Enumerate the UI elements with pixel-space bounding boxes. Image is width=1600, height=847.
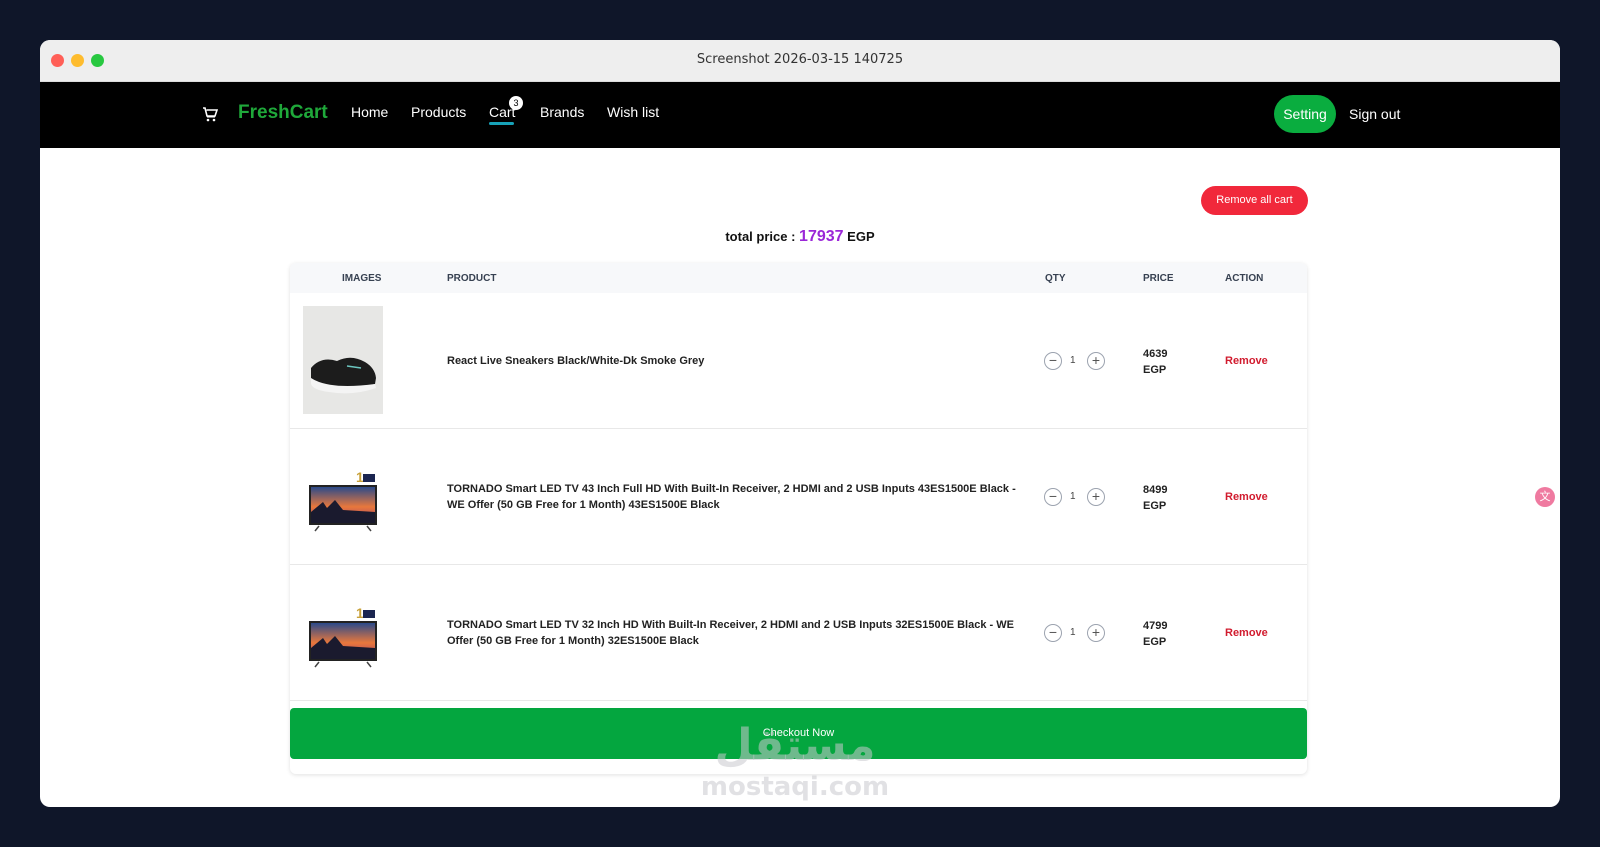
- svg-text:1: 1: [356, 605, 364, 621]
- navbar: FreshCart Home Products Cart 3 Brands Wi…: [40, 82, 1560, 148]
- brand-logo[interactable]: FreshCart: [238, 102, 328, 124]
- table-row: 1 TORNADO Smart LED TV 43 Inch Full HD W…: [290, 429, 1307, 565]
- setting-button[interactable]: Setting: [1274, 95, 1336, 133]
- item-price: 8499 EGP: [1143, 482, 1183, 514]
- window-title: Screenshot 2026-03-15 140725: [696, 52, 904, 67]
- watermark-latin: mostaqi.com: [700, 772, 890, 802]
- total-price-value: 17937: [799, 228, 844, 245]
- column-header-product: PRODUCT: [447, 273, 497, 284]
- price-currency: EGP: [1143, 500, 1167, 512]
- cart-table: IMAGES PRODUCT QTY PRICE ACTION React Li…: [290, 263, 1307, 774]
- column-header-qty: QTY: [1045, 273, 1066, 284]
- quantity-value: 1: [1070, 491, 1076, 502]
- table-header: IMAGES PRODUCT QTY PRICE ACTION: [290, 263, 1307, 293]
- sneaker-product-image: [303, 306, 383, 414]
- product-name[interactable]: TORNADO Smart LED TV 43 Inch Full HD Wit…: [447, 429, 1017, 565]
- watermark: مستقل mostaqi.com: [680, 720, 910, 802]
- remove-item-button[interactable]: Remove: [1225, 491, 1268, 503]
- price-amount: 4639: [1143, 348, 1168, 360]
- total-price-label: total price :: [725, 229, 796, 244]
- nav-home[interactable]: Home: [351, 104, 388, 120]
- column-header-price: PRICE: [1143, 273, 1174, 284]
- product-name[interactable]: TORNADO Smart LED TV 32 Inch HD With Bui…: [447, 565, 1017, 701]
- increase-qty-button[interactable]: +: [1087, 488, 1105, 506]
- cart-count-badge: 3: [509, 96, 523, 110]
- active-nav-indicator: [489, 122, 514, 125]
- quantity-value: 1: [1070, 627, 1076, 638]
- browser-window: Screenshot 2026-03-15 140725 FreshCart H…: [40, 40, 1560, 807]
- total-price: total price : 17937 EGP: [40, 228, 1560, 246]
- title-bar: Screenshot 2026-03-15 140725: [40, 40, 1560, 82]
- price-amount: 4799: [1143, 620, 1168, 632]
- tv-product-image: 1: [309, 469, 377, 532]
- quantity-value: 1: [1070, 355, 1076, 366]
- price-currency: EGP: [1143, 364, 1167, 376]
- remove-all-cart-button[interactable]: Remove all cart: [1201, 186, 1308, 215]
- product-name[interactable]: React Live Sneakers Black/White-Dk Smoke…: [447, 293, 1017, 429]
- total-price-currency: EGP: [847, 229, 875, 244]
- column-header-images: IMAGES: [342, 273, 382, 284]
- increase-qty-button[interactable]: +: [1087, 624, 1105, 642]
- nav-products[interactable]: Products: [411, 104, 466, 120]
- nav-brands[interactable]: Brands: [540, 104, 584, 120]
- tv-product-image: 1: [309, 605, 377, 668]
- translate-icon[interactable]: 文: [1535, 487, 1555, 507]
- increase-qty-button[interactable]: +: [1087, 352, 1105, 370]
- nav-wishlist[interactable]: Wish list: [607, 104, 659, 120]
- price-currency: EGP: [1143, 636, 1167, 648]
- watermark-arabic: مستقل: [714, 720, 876, 771]
- item-price: 4799 EGP: [1143, 618, 1183, 650]
- price-amount: 8499: [1143, 484, 1168, 496]
- remove-item-button[interactable]: Remove: [1225, 355, 1268, 367]
- item-price: 4639 EGP: [1143, 346, 1183, 378]
- cart-icon: [203, 107, 218, 122]
- sign-out-link[interactable]: Sign out: [1349, 106, 1400, 122]
- svg-text:1: 1: [356, 469, 364, 485]
- decrease-qty-button[interactable]: −: [1044, 488, 1062, 506]
- decrease-qty-button[interactable]: −: [1044, 352, 1062, 370]
- column-header-action: ACTION: [1225, 273, 1264, 284]
- decrease-qty-button[interactable]: −: [1044, 624, 1062, 642]
- table-row: React Live Sneakers Black/White-Dk Smoke…: [290, 293, 1307, 429]
- table-row: 1 TORNADO Smart LED TV 32 Inch HD With B…: [290, 565, 1307, 701]
- remove-item-button[interactable]: Remove: [1225, 627, 1268, 639]
